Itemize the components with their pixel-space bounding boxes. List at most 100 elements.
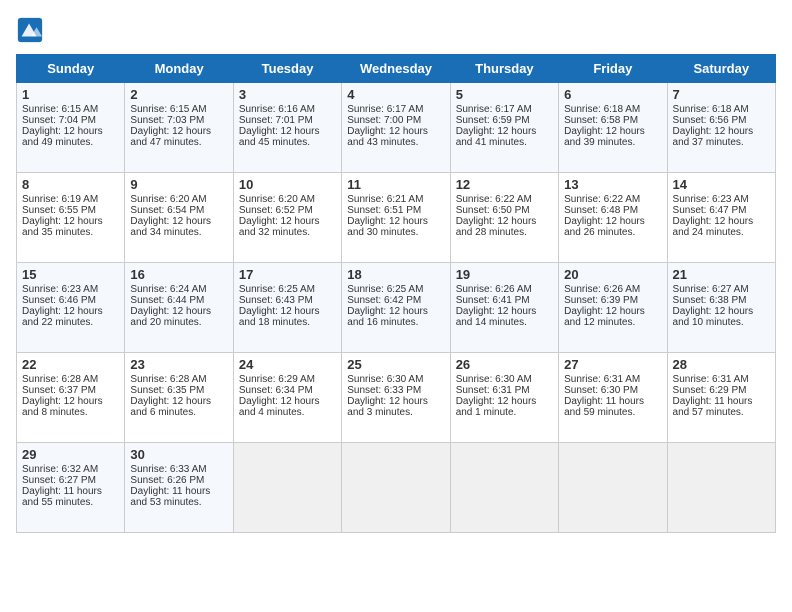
day-info-line: and 8 minutes.	[22, 407, 119, 418]
day-info-line: Sunset: 6:33 PM	[347, 385, 444, 396]
day-info-line: Sunrise: 6:22 AM	[564, 194, 661, 205]
day-number: 19	[456, 267, 553, 282]
day-info-line: and 10 minutes.	[673, 317, 770, 328]
day-info-line: Sunrise: 6:17 AM	[347, 104, 444, 115]
day-info-line: and 12 minutes.	[564, 317, 661, 328]
day-info-line: Sunrise: 6:18 AM	[564, 104, 661, 115]
day-number: 29	[22, 447, 119, 462]
day-info-line: and 16 minutes.	[347, 317, 444, 328]
day-number: 5	[456, 87, 553, 102]
day-info-line: Daylight: 12 hours	[456, 396, 553, 407]
calendar-cell: 7Sunrise: 6:18 AMSunset: 6:56 PMDaylight…	[667, 83, 775, 173]
day-info-line: Sunrise: 6:23 AM	[673, 194, 770, 205]
day-info-line: Sunrise: 6:29 AM	[239, 374, 336, 385]
day-info-line: and 35 minutes.	[22, 227, 119, 238]
day-info-line: and 59 minutes.	[564, 407, 661, 418]
day-info-line: Daylight: 12 hours	[347, 126, 444, 137]
day-info-line: Daylight: 12 hours	[130, 216, 227, 227]
day-info-line: Sunset: 6:54 PM	[130, 205, 227, 216]
day-info-line: Sunrise: 6:26 AM	[456, 284, 553, 295]
day-info-line: and 14 minutes.	[456, 317, 553, 328]
day-number: 17	[239, 267, 336, 282]
day-info-line: Sunset: 6:27 PM	[22, 475, 119, 486]
day-info-line: and 26 minutes.	[564, 227, 661, 238]
week-row-3: 15Sunrise: 6:23 AMSunset: 6:46 PMDayligh…	[17, 263, 776, 353]
day-number: 1	[22, 87, 119, 102]
header-saturday: Saturday	[667, 55, 775, 83]
calendar-cell: 28Sunrise: 6:31 AMSunset: 6:29 PMDayligh…	[667, 353, 775, 443]
header-sunday: Sunday	[17, 55, 125, 83]
calendar-cell: 9Sunrise: 6:20 AMSunset: 6:54 PMDaylight…	[125, 173, 233, 263]
calendar-cell	[450, 443, 558, 533]
day-number: 11	[347, 177, 444, 192]
day-info-line: Daylight: 12 hours	[239, 306, 336, 317]
calendar-cell: 21Sunrise: 6:27 AMSunset: 6:38 PMDayligh…	[667, 263, 775, 353]
day-info-line: and 43 minutes.	[347, 137, 444, 148]
day-info-line: Sunset: 7:04 PM	[22, 115, 119, 126]
day-info-line: and 45 minutes.	[239, 137, 336, 148]
calendar-cell	[667, 443, 775, 533]
calendar-cell: 14Sunrise: 6:23 AMSunset: 6:47 PMDayligh…	[667, 173, 775, 263]
calendar-cell: 17Sunrise: 6:25 AMSunset: 6:43 PMDayligh…	[233, 263, 341, 353]
day-info-line: Sunrise: 6:15 AM	[130, 104, 227, 115]
day-info-line: Sunrise: 6:27 AM	[673, 284, 770, 295]
day-info-line: Daylight: 12 hours	[673, 126, 770, 137]
logo-icon	[16, 16, 44, 44]
day-info-line: Sunrise: 6:31 AM	[564, 374, 661, 385]
calendar-header-row: SundayMondayTuesdayWednesdayThursdayFrid…	[17, 55, 776, 83]
calendar-cell	[233, 443, 341, 533]
day-number: 14	[673, 177, 770, 192]
calendar-cell: 6Sunrise: 6:18 AMSunset: 6:58 PMDaylight…	[559, 83, 667, 173]
day-info-line: Daylight: 12 hours	[456, 216, 553, 227]
day-info-line: Sunrise: 6:21 AM	[347, 194, 444, 205]
day-info-line: Daylight: 11 hours	[673, 396, 770, 407]
day-info-line: and 30 minutes.	[347, 227, 444, 238]
week-row-4: 22Sunrise: 6:28 AMSunset: 6:37 PMDayligh…	[17, 353, 776, 443]
calendar-cell: 3Sunrise: 6:16 AMSunset: 7:01 PMDaylight…	[233, 83, 341, 173]
day-info-line: Daylight: 12 hours	[673, 306, 770, 317]
day-info-line: Sunset: 6:43 PM	[239, 295, 336, 306]
day-info-line: Sunset: 7:00 PM	[347, 115, 444, 126]
day-info-line: Sunset: 6:41 PM	[456, 295, 553, 306]
day-number: 16	[130, 267, 227, 282]
week-row-5: 29Sunrise: 6:32 AMSunset: 6:27 PMDayligh…	[17, 443, 776, 533]
day-number: 25	[347, 357, 444, 372]
day-info-line: Daylight: 12 hours	[564, 216, 661, 227]
header-thursday: Thursday	[450, 55, 558, 83]
day-info-line: Daylight: 12 hours	[347, 216, 444, 227]
day-info-line: Sunset: 6:51 PM	[347, 205, 444, 216]
day-number: 28	[673, 357, 770, 372]
day-info-line: Sunrise: 6:22 AM	[456, 194, 553, 205]
day-info-line: Sunset: 6:30 PM	[564, 385, 661, 396]
header-friday: Friday	[559, 55, 667, 83]
day-info-line: Daylight: 11 hours	[564, 396, 661, 407]
day-info-line: Sunrise: 6:32 AM	[22, 464, 119, 475]
day-number: 7	[673, 87, 770, 102]
day-info-line: and 39 minutes.	[564, 137, 661, 148]
day-number: 21	[673, 267, 770, 282]
day-info-line: Sunset: 6:59 PM	[456, 115, 553, 126]
day-number: 2	[130, 87, 227, 102]
day-number: 12	[456, 177, 553, 192]
day-info-line: and 47 minutes.	[130, 137, 227, 148]
day-number: 27	[564, 357, 661, 372]
day-info-line: Sunset: 6:58 PM	[564, 115, 661, 126]
calendar-cell: 4Sunrise: 6:17 AMSunset: 7:00 PMDaylight…	[342, 83, 450, 173]
day-info-line: Sunset: 6:34 PM	[239, 385, 336, 396]
day-info-line: Daylight: 12 hours	[130, 126, 227, 137]
day-number: 24	[239, 357, 336, 372]
day-info-line: and 55 minutes.	[22, 497, 119, 508]
day-info-line: Daylight: 12 hours	[673, 216, 770, 227]
day-info-line: Daylight: 12 hours	[239, 216, 336, 227]
day-info-line: Daylight: 12 hours	[456, 306, 553, 317]
calendar-cell: 15Sunrise: 6:23 AMSunset: 6:46 PMDayligh…	[17, 263, 125, 353]
day-info-line: Sunset: 7:01 PM	[239, 115, 336, 126]
day-number: 22	[22, 357, 119, 372]
day-number: 6	[564, 87, 661, 102]
day-info-line: Sunrise: 6:18 AM	[673, 104, 770, 115]
calendar-cell: 11 Sunrise: 6:21 AMSunset: 6:51 PMDayligh…	[342, 173, 450, 263]
day-info-line: Daylight: 12 hours	[347, 396, 444, 407]
calendar-cell: 27 Sunrise: 6:31 AMSunset: 6:30 PMDayligh…	[559, 353, 667, 443]
day-info-line: Daylight: 12 hours	[239, 126, 336, 137]
day-info-line: Sunrise: 6:30 AM	[456, 374, 553, 385]
